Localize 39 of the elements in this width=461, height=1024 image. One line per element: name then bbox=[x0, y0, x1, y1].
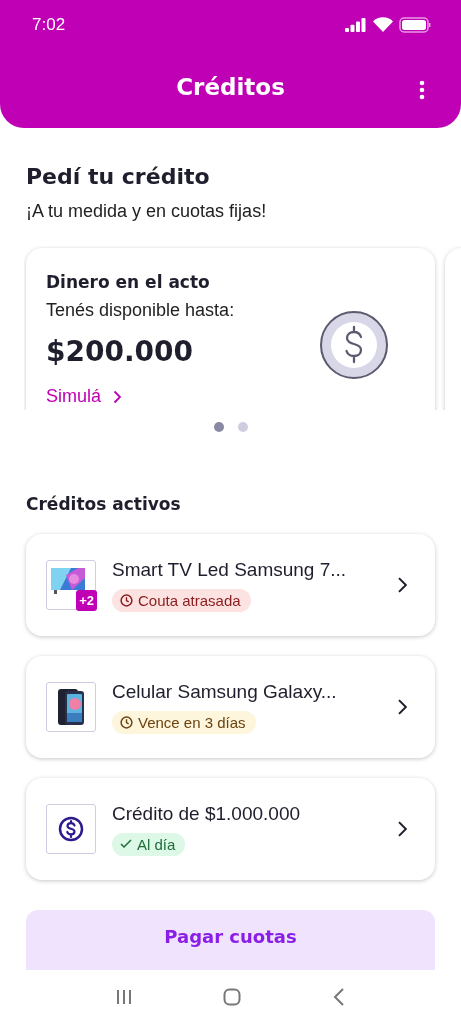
simulate-link[interactable]: Simulá bbox=[46, 386, 235, 407]
chevron-icon bbox=[397, 820, 407, 838]
card-label: Tenés disponible hasta: bbox=[46, 300, 235, 321]
chevron-icon bbox=[397, 576, 407, 594]
status-tag: Couta atrasada bbox=[112, 588, 251, 612]
dollar-coin-icon bbox=[319, 310, 389, 380]
more-items-count: +2 bbox=[76, 590, 97, 611]
chevron-icon bbox=[397, 698, 407, 716]
signal-icon bbox=[345, 18, 367, 32]
credit-name: Crédito de $1.000.000 bbox=[112, 802, 302, 825]
section-title: Créditos activos bbox=[26, 494, 182, 514]
more-menu-icon[interactable] bbox=[419, 80, 425, 100]
dollar-coin-icon bbox=[58, 816, 84, 842]
page-dot[interactable] bbox=[237, 422, 248, 432]
home-icon[interactable] bbox=[223, 988, 242, 1006]
battery-icon bbox=[399, 17, 431, 33]
status-time: 7:02 bbox=[32, 15, 66, 35]
chevron-icon bbox=[113, 389, 123, 404]
credit-card[interactable]: Celular Samsung Galaxy... Vence en 3 días bbox=[26, 656, 435, 758]
credit-card[interactable]: +2 Smart TV Led Samsung 7... Couta atrasada bbox=[26, 534, 435, 636]
card-title: Dinero en el acto bbox=[46, 272, 211, 292]
status-tag: Vence en 3 días bbox=[112, 710, 256, 734]
pay-button[interactable]: Pagar cuotas bbox=[26, 910, 435, 970]
credit-name: Smart TV Led Samsung 7... bbox=[112, 558, 348, 581]
credit-card[interactable]: Crédito de $1.000.000 Al día bbox=[26, 778, 435, 880]
credit-name: Celular Samsung Galaxy... bbox=[112, 680, 338, 703]
page-dot[interactable] bbox=[213, 422, 224, 432]
clock-icon bbox=[120, 593, 133, 607]
offer-card[interactable]: Dinero en el acto Tenés disponible hasta: $200.000 Simulá bbox=[26, 248, 435, 410]
section-title: Pedí tu crédito bbox=[26, 164, 211, 189]
screen-title: Créditos bbox=[176, 74, 285, 100]
check-icon bbox=[120, 839, 132, 849]
back-icon[interactable] bbox=[333, 988, 346, 1006]
status-tag: Al día bbox=[112, 832, 186, 856]
clock-icon bbox=[120, 715, 133, 729]
section-subtitle: ¡A tu medida y en cuotas fijas! bbox=[26, 201, 268, 222]
available-amount: $200.000 bbox=[46, 335, 194, 368]
recent-apps-icon[interactable] bbox=[115, 989, 132, 1005]
wifi-icon bbox=[373, 17, 393, 33]
